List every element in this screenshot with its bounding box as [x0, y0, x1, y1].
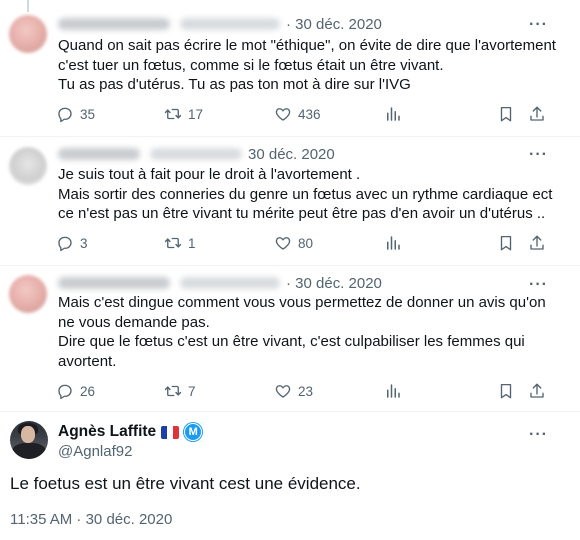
retweet-button[interactable]: 17 — [164, 103, 203, 125]
reply-icon — [58, 107, 72, 123]
views-icon — [387, 384, 400, 398]
views-button[interactable] — [384, 232, 408, 254]
like-button[interactable]: 436 — [274, 103, 321, 125]
heart-icon — [275, 237, 291, 250]
heart-icon — [275, 385, 291, 398]
retweet-count: 7 — [188, 383, 196, 399]
avatar[interactable] — [9, 275, 47, 313]
avatar[interactable] — [10, 421, 48, 459]
tweet-date[interactable]: · 30 déc. 2020 — [286, 275, 382, 292]
bookmark-icon — [500, 235, 512, 251]
action-bar: 3 1 80 — [56, 232, 556, 254]
share-icon — [530, 235, 544, 250]
tweet-text: Quand on sait pas écrire le mot "éthique… — [58, 37, 556, 93]
reply-count: 3 — [80, 235, 88, 251]
tweet-header: · 30 déc. 2020 — [58, 273, 382, 293]
tweet-text: Le foetus est un être vivant cest une év… — [10, 474, 361, 493]
retweet-button[interactable]: 7 — [164, 380, 196, 402]
reply-icon — [58, 236, 72, 252]
reply-button[interactable]: 26 — [56, 380, 95, 402]
tweet-text: Je suis tout à fait pour le droit à l'av… — [58, 166, 553, 222]
reply-count: 35 — [80, 106, 96, 122]
divider — [0, 411, 580, 412]
author-name-row[interactable]: Agnès Laffite M — [58, 423, 203, 441]
retweet-icon — [164, 108, 182, 120]
bookmark-button[interactable] — [497, 380, 521, 402]
like-count: 80 — [298, 235, 314, 251]
like-button[interactable]: 23 — [274, 380, 313, 402]
share-button[interactable] — [528, 232, 552, 254]
retweet-icon — [164, 237, 182, 249]
author-handle[interactable]: @Agnlaf92 — [58, 443, 132, 460]
author-name[interactable]: Agnès Laffite — [58, 423, 156, 441]
retweet-button[interactable]: 1 — [164, 232, 196, 254]
bookmark-icon — [500, 106, 512, 122]
thread-line — [27, 0, 29, 12]
share-icon — [530, 106, 544, 121]
tweet-text: Mais c'est dingue comment vous vous perm… — [58, 294, 546, 370]
views-icon — [387, 236, 400, 250]
tweet-header: 30 déc. 2020 — [58, 144, 335, 164]
views-button[interactable] — [384, 380, 408, 402]
tweet-date[interactable]: 30 déc. 2020 — [248, 146, 335, 163]
avatar[interactable] — [9, 15, 47, 53]
like-count: 436 — [298, 106, 321, 122]
reply-count: 26 — [80, 383, 96, 399]
author-handle[interactable] — [180, 18, 280, 30]
share-button[interactable] — [528, 103, 552, 125]
reply-button[interactable]: 35 — [56, 103, 95, 125]
more-icon[interactable]: ··· — [529, 17, 548, 33]
author-name[interactable] — [58, 148, 140, 160]
tweet-header: · 30 déc. 2020 — [58, 14, 382, 34]
heart-icon — [275, 108, 291, 121]
author-handle[interactable] — [150, 148, 242, 160]
retweet-icon — [164, 385, 182, 397]
bookmark-icon — [500, 383, 512, 399]
divider — [0, 265, 580, 266]
reply-icon — [58, 384, 72, 400]
share-icon — [530, 383, 544, 398]
bookmark-button[interactable] — [497, 232, 521, 254]
retweet-count: 1 — [188, 235, 196, 251]
author-name[interactable] — [58, 18, 170, 30]
more-icon[interactable]: ··· — [529, 427, 548, 443]
views-button[interactable] — [384, 103, 408, 125]
author-handle[interactable] — [180, 277, 280, 289]
author-name[interactable] — [58, 277, 170, 289]
more-icon[interactable]: ··· — [529, 147, 548, 163]
tweet-timestamp[interactable]: 11:35 AM · 30 déc. 2020 — [10, 511, 172, 528]
avatar[interactable] — [9, 147, 47, 185]
france-flag-icon — [161, 425, 180, 439]
retweet-count: 17 — [188, 106, 204, 122]
party-badge-icon: M — [184, 423, 203, 441]
tweet-date[interactable]: · 30 déc. 2020 — [286, 16, 382, 33]
reply-button[interactable]: 3 — [56, 232, 88, 254]
more-icon[interactable]: ··· — [529, 277, 548, 293]
like-count: 23 — [298, 383, 314, 399]
share-button[interactable] — [528, 380, 552, 402]
like-button[interactable]: 80 — [274, 232, 313, 254]
divider — [0, 136, 580, 137]
views-icon — [387, 107, 400, 121]
action-bar: 35 17 436 — [56, 103, 556, 125]
action-bar: 26 7 23 — [56, 380, 556, 402]
bookmark-button[interactable] — [497, 103, 521, 125]
